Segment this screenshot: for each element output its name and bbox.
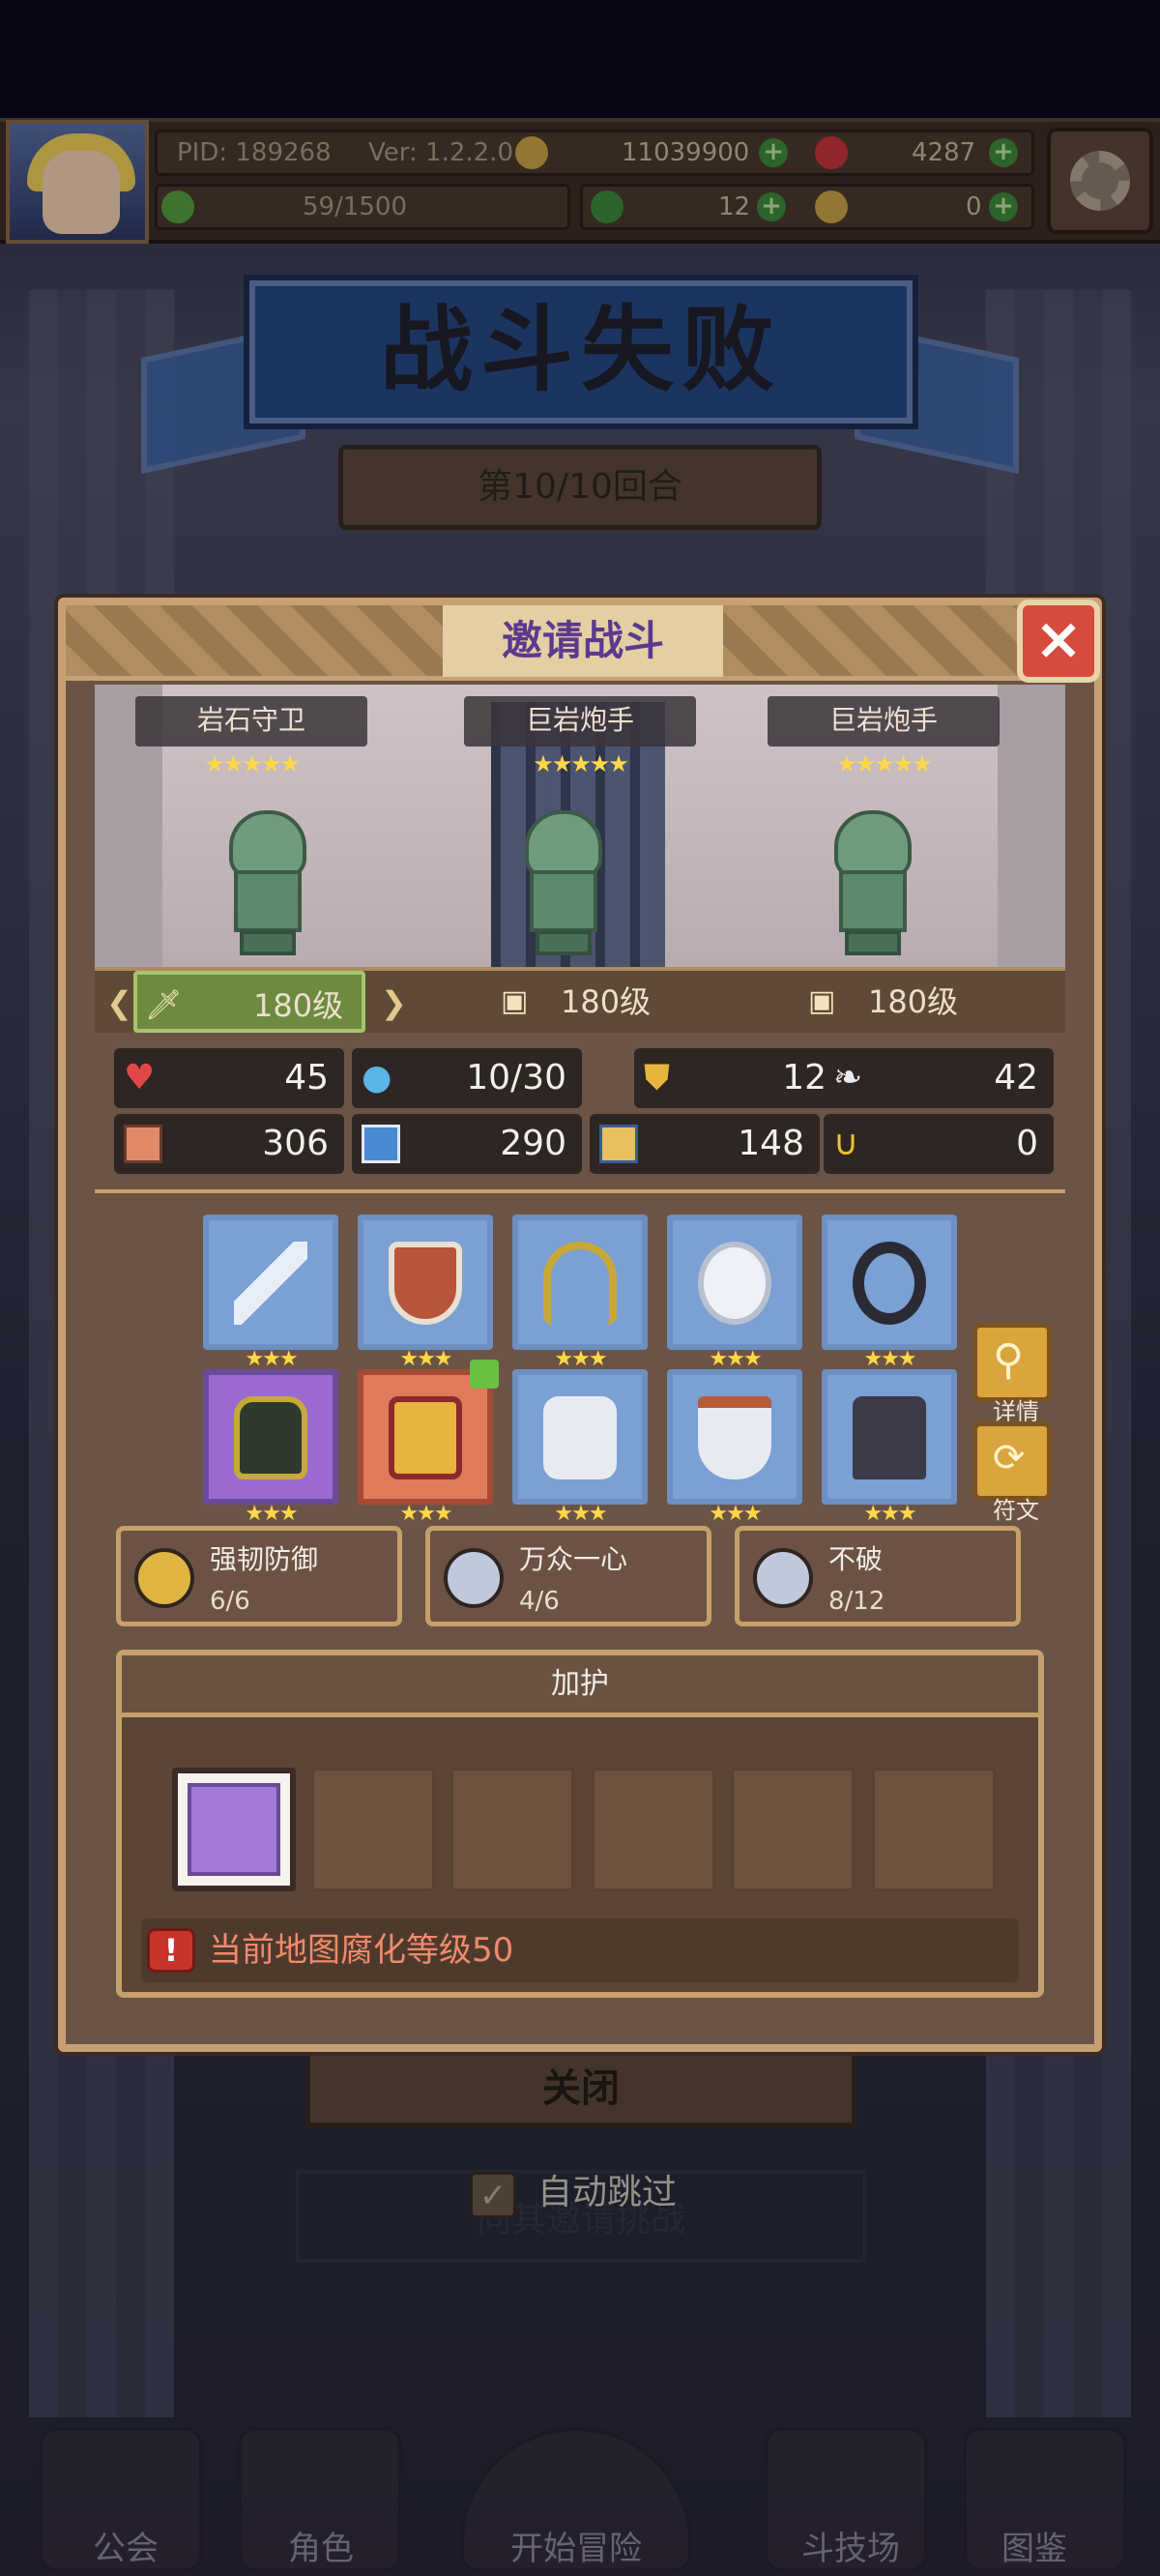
belt-icon [698, 1396, 771, 1479]
runes-button[interactable]: ⟳ 符文 [972, 1421, 1052, 1524]
protection-slot-active[interactable] [172, 1768, 296, 1891]
silver-emblem-icon [753, 1548, 813, 1608]
upgrade-indicator-icon [470, 1360, 499, 1389]
protection-slot-empty[interactable] [731, 1768, 855, 1891]
enemy-name-1: 岩石守卫 [135, 696, 367, 746]
enemy-level-tab-3[interactable]: ▣ 180级 [808, 971, 1001, 1033]
enemy-level-1: 180级 [253, 987, 344, 1024]
shield-icon: ⛊ [644, 1058, 671, 1098]
armor-icon [599, 1125, 638, 1163]
divider [95, 1189, 1065, 1193]
enemy-level-tab-1[interactable]: 🗡 180级 [133, 971, 365, 1033]
protection-panel: 加护 ! 当前地图腐化等级50 [116, 1650, 1044, 1998]
scroll-icon: ▣ [808, 984, 836, 1018]
fist-icon [124, 1125, 162, 1163]
swap-icon: ⟳ [993, 1436, 1026, 1480]
enemy-level-tab-2[interactable]: ▣ 180级 [501, 971, 694, 1033]
protection-slot-empty[interactable] [592, 1768, 715, 1891]
shield-icon [389, 1242, 462, 1325]
stage-wall [998, 685, 1065, 967]
stat-mana: ● 10/30 [352, 1048, 582, 1108]
details-button[interactable]: ⚲ 详情 [972, 1323, 1052, 1425]
enemy-stars-2: ★★★★★ [533, 750, 629, 777]
protection-title: 加护 [122, 1655, 1038, 1717]
chevron-right-icon: ❯ [381, 984, 407, 1021]
silver-emblem-icon [444, 1548, 504, 1608]
set-bonus-tough-defense[interactable]: 强韧防御 6/6 [116, 1526, 402, 1626]
wing-icon: ❧ [833, 1058, 863, 1098]
set-bonus-united[interactable]: 万众一心 4/6 [425, 1526, 711, 1626]
chevron-left-icon: ❮ [106, 984, 132, 1021]
protection-slot-empty[interactable] [872, 1768, 996, 1891]
blessing-icon [188, 1783, 280, 1876]
enemy-name-3: 巨岩炮手 [768, 696, 1000, 746]
gloves-icon [543, 1396, 617, 1479]
set-bonus-unbreakable[interactable]: 不破 8/12 [735, 1526, 1021, 1626]
magnifier-icon: ⚲ [993, 1335, 1025, 1385]
armor-icon [389, 1396, 462, 1479]
scroll-icon: ▣ [501, 984, 529, 1018]
stat-armor: 148 [590, 1114, 820, 1174]
water-drop-icon: ● [362, 1058, 392, 1098]
equip-helmet[interactable]: ★★★ [203, 1369, 338, 1526]
ring-icon [853, 1242, 926, 1325]
equip-armor[interactable]: ★★★ [358, 1360, 499, 1526]
dagger-icon: 🗡 [145, 988, 183, 1022]
warning-icon: ! [147, 1928, 195, 1973]
enemy-stars-3: ★★★★★ [836, 750, 933, 777]
rock-guardian-sprite[interactable] [215, 810, 321, 955]
enemy-name-2: 巨岩炮手 [464, 696, 696, 746]
gold-emblem-icon [134, 1548, 194, 1608]
equip-boots[interactable]: ★★★ [822, 1369, 957, 1526]
enemy-stage: 岩石守卫 ★★★★★ 巨岩炮手 ★★★★★ 巨岩炮手 ★★★★★ [95, 685, 1065, 967]
close-icon[interactable]: × [1017, 600, 1100, 683]
dialog-header: 邀请战斗 [66, 605, 1094, 681]
enemy-level-bar: ❮ 🗡 180级 ❯ ▣ 180级 ▣ 180级 [95, 967, 1065, 1033]
enemy-level-3: 180级 [868, 983, 959, 1020]
equip-gem[interactable]: ★★★ [667, 1215, 802, 1371]
necklace-icon [543, 1242, 617, 1325]
equip-sword[interactable]: ★★★ [203, 1215, 338, 1371]
equip-belt[interactable]: ★★★ [667, 1369, 802, 1526]
stat-magic: 290 [352, 1114, 582, 1174]
gem-icon [698, 1242, 771, 1325]
corruption-warning-text: 当前地图腐化等级50 [209, 1931, 514, 1970]
stat-hp: ♥ 45 [114, 1048, 344, 1108]
equip-gloves[interactable]: ★★★ [512, 1369, 648, 1526]
boots-icon [853, 1396, 926, 1479]
book-icon [362, 1125, 400, 1163]
stat-speed: ❧ 42 [824, 1048, 1054, 1108]
enemy-level-2: 180级 [561, 983, 652, 1020]
corruption-warning: ! 当前地图腐化等级50 [141, 1918, 1019, 1982]
equip-ring[interactable]: ★★★ [822, 1215, 957, 1371]
horseshoe-icon: ∪ [833, 1124, 859, 1163]
equip-necklace[interactable]: ★★★ [512, 1215, 648, 1371]
rock-gunner-sprite[interactable] [820, 810, 926, 955]
dialog-title: 邀请战斗 [443, 605, 723, 677]
helmet-icon [234, 1396, 307, 1479]
heart-icon: ♥ [124, 1058, 156, 1098]
rock-gunner-sprite[interactable] [510, 810, 617, 955]
protection-slot-empty[interactable] [450, 1768, 574, 1891]
sword-icon [234, 1242, 307, 1325]
stat-luck: ∪ 0 [824, 1114, 1054, 1174]
enemy-stars-1: ★★★★★ [204, 750, 301, 777]
stat-attack: 306 [114, 1114, 344, 1174]
protection-slot-empty[interactable] [311, 1768, 435, 1891]
equip-shield[interactable]: ★★★ [358, 1215, 493, 1371]
